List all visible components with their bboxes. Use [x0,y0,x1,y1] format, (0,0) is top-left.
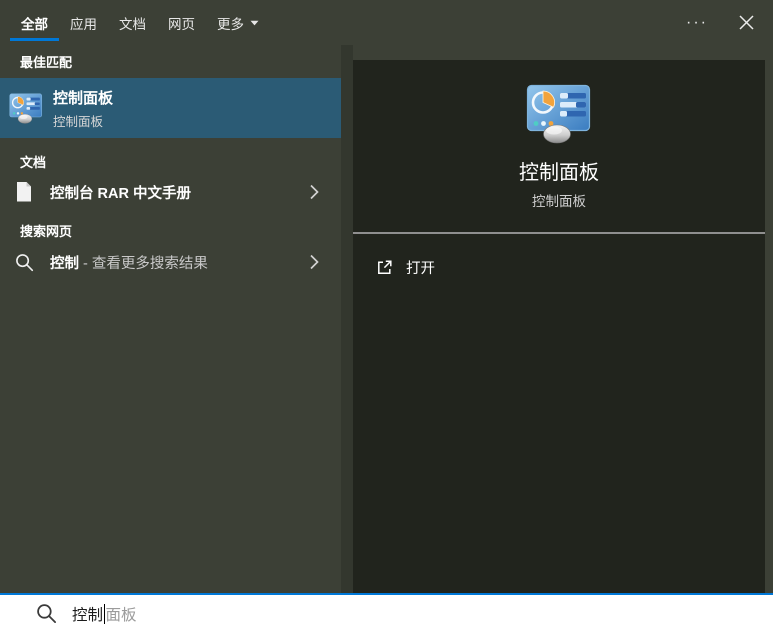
web-search-query: 控制 [50,255,79,272]
list-scroll-gutter[interactable] [341,45,353,593]
preview-title: 控制面板 [519,162,599,184]
control-panel-icon [526,84,592,144]
best-match-subtitle: 控制面板 [53,114,104,129]
divider [353,232,765,234]
filter-tab-bar: 全部 应用 文档 网页 更多 ··· [0,0,773,45]
section-header-best-match: 最佳匹配 [20,55,73,70]
tab-more-label: 更多 [217,16,244,32]
web-search-suffix: - 查看更多搜索结果 [79,255,208,272]
document-item-label: 控制台 RAR 中文手册 [50,185,191,202]
filter-tabs: 全部 应用 文档 网页 更多 [0,0,270,45]
section-header-web-search: 搜索网页 [20,224,73,239]
tab-all-label: 全部 [21,16,48,32]
tab-apps-label: 应用 [70,16,97,32]
result-web-search-item[interactable]: 控制 - 查看更多搜索结果 [0,241,341,283]
results-list: 最佳匹配 控制面板 控制面板 文档 控制台 RAR 中文手册 搜索网页 控制 -… [0,45,341,593]
tab-apps[interactable]: 应用 [59,0,108,45]
result-document-item[interactable]: 控制台 RAR 中文手册 [0,172,341,212]
chevron-right-icon[interactable] [310,255,319,270]
close-icon [739,15,754,30]
search-typed-text: 控制 [72,606,104,624]
chevron-down-icon [250,20,259,26]
tab-more[interactable]: 更多 [206,0,270,45]
open-action[interactable]: 打开 [353,251,765,283]
tab-documents[interactable]: 文档 [108,0,157,45]
chevron-right-icon[interactable] [310,185,319,200]
close-button[interactable] [730,9,763,36]
tab-documents-label: 文档 [119,16,146,32]
preview-subtitle: 控制面板 [532,194,586,209]
control-panel-icon [9,93,43,124]
best-match-text: 控制面板 控制面板 [53,87,113,130]
open-external-icon [375,258,394,277]
search-flyout: 全部 应用 文档 网页 更多 ··· 最佳匹配 控制面板 控制面板 文档 控制台… [0,0,773,632]
search-inline-suggestion: 面板 [105,606,137,624]
topbar-controls: ··· [678,0,773,45]
search-icon [13,251,35,273]
open-action-label: 打开 [406,260,435,277]
tab-all[interactable]: 全部 [10,0,59,45]
document-icon [13,181,35,203]
web-search-item-label: 控制 - 查看更多搜索结果 [50,252,208,273]
search-bar[interactable]: 控制 面板 [0,593,773,632]
tab-web[interactable]: 网页 [157,0,206,45]
more-options-button[interactable]: ··· [678,14,716,32]
search-icon [36,603,57,624]
preview-panel: 控制面板 控制面板 打开 [353,60,765,593]
section-header-documents: 文档 [20,155,47,170]
result-best-match-control-panel[interactable]: 控制面板 控制面板 [0,78,341,138]
tab-web-label: 网页 [168,16,195,32]
search-input[interactable]: 控制 面板 [72,603,137,625]
best-match-title: 控制面板 [53,89,114,107]
